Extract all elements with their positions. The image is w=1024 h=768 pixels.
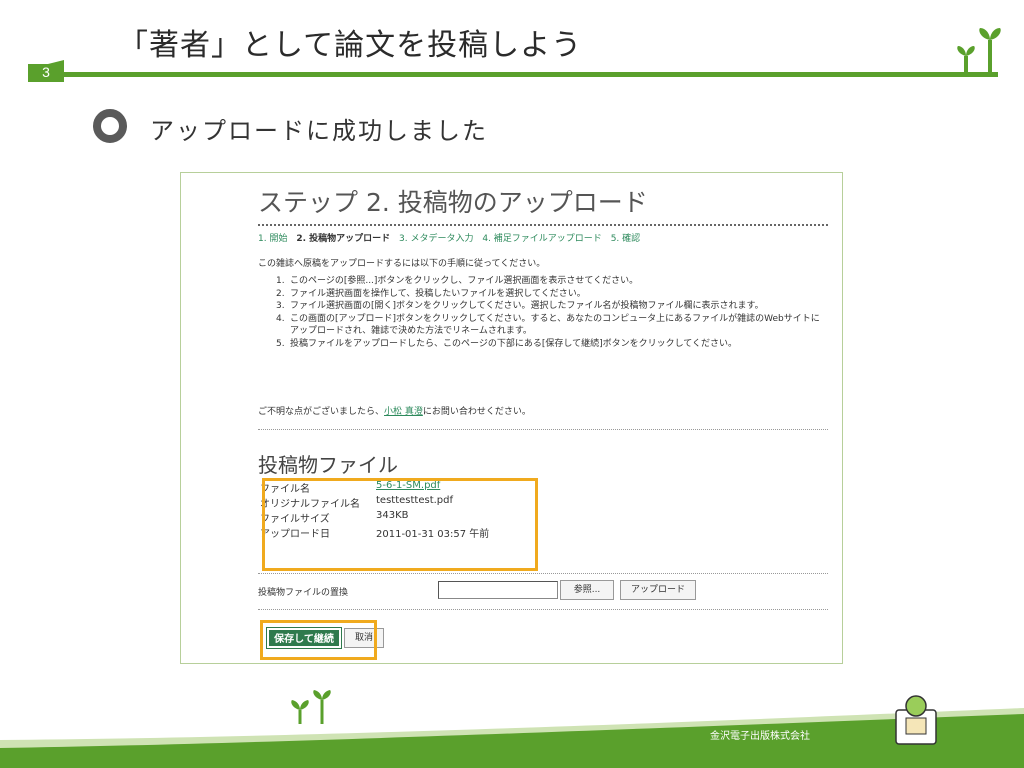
browse-button[interactable]: 参照... — [560, 580, 614, 600]
brand-logo-text: 金沢電子出版株式会社 — [710, 731, 810, 742]
breadcrumb-step-2: 2. 投稿物アップロード — [296, 234, 391, 244]
footer-band — [0, 690, 1024, 768]
intro-text: この雑誌へ原稿をアップロードするには以下の手順に従ってください。 — [258, 259, 546, 269]
list-item: 1. このページの[参照...]ボタンをクリックし、ファイル選択画面を表示させてく… — [276, 276, 639, 286]
ring-bullet-icon — [93, 109, 127, 143]
sprout-icon — [957, 28, 1001, 72]
breadcrumb-step-4[interactable]: 4. 補足ファイルアップロード — [482, 234, 601, 244]
replace-label: 投稿物ファイルの置換 — [258, 588, 349, 598]
list-item: 5. 投稿ファイルをアップロードしたら、このページの下部にある[保存して継続]ボタ… — [276, 338, 738, 349]
page-title: 「著者」として論文を投稿しよう — [118, 28, 583, 63]
breadcrumb: 1. 開始 2. 投稿物アップロード 3. メタデータ入力 4. 補足ファイルア… — [258, 231, 646, 244]
divider — [258, 429, 828, 430]
divider — [258, 609, 828, 610]
save-button-highlight — [260, 620, 377, 660]
file-info-highlight — [262, 478, 538, 571]
list-item: 2. ファイル選択画面を操作して、投稿したいファイルを選択してください。 — [276, 288, 586, 299]
instruction-list: 1. このページの[参照...]ボタンをクリックし、ファイル選択画面を表示させてく… — [258, 275, 828, 350]
section-number: 3 — [42, 64, 50, 80]
contact-text: ご不明な点がございましたら、小松 真澄にお問い合わせください。 — [258, 407, 531, 417]
screenshot-frame: ステップ 2. 投稿物のアップロード 1. 開始 2. 投稿物アップロード 3.… — [180, 172, 843, 664]
divider — [258, 224, 828, 226]
header-underline — [28, 72, 998, 77]
breadcrumb-step-5[interactable]: 5. 確認 — [611, 234, 640, 244]
section-title: アップロードに成功しました — [150, 117, 488, 145]
file-path-input[interactable] — [438, 581, 558, 599]
divider — [258, 573, 828, 574]
breadcrumb-step-3[interactable]: 3. メタデータ入力 — [399, 234, 473, 244]
upload-button[interactable]: アップロード — [620, 580, 696, 600]
step-title: ステップ 2. 投稿物のアップロード — [258, 188, 648, 217]
files-heading: 投稿物ファイル — [258, 453, 398, 477]
list-item: 4. この画面の[アップロード]ボタンをクリックしてください。すると、あなたのコン… — [276, 313, 820, 337]
contact-link[interactable]: 小松 真澄 — [384, 407, 423, 417]
list-item: 3. ファイル選択画面の[開く]ボタンをクリックしてください。選択したファイル名が… — [276, 301, 764, 311]
breadcrumb-step-1[interactable]: 1. 開始 — [258, 234, 287, 244]
